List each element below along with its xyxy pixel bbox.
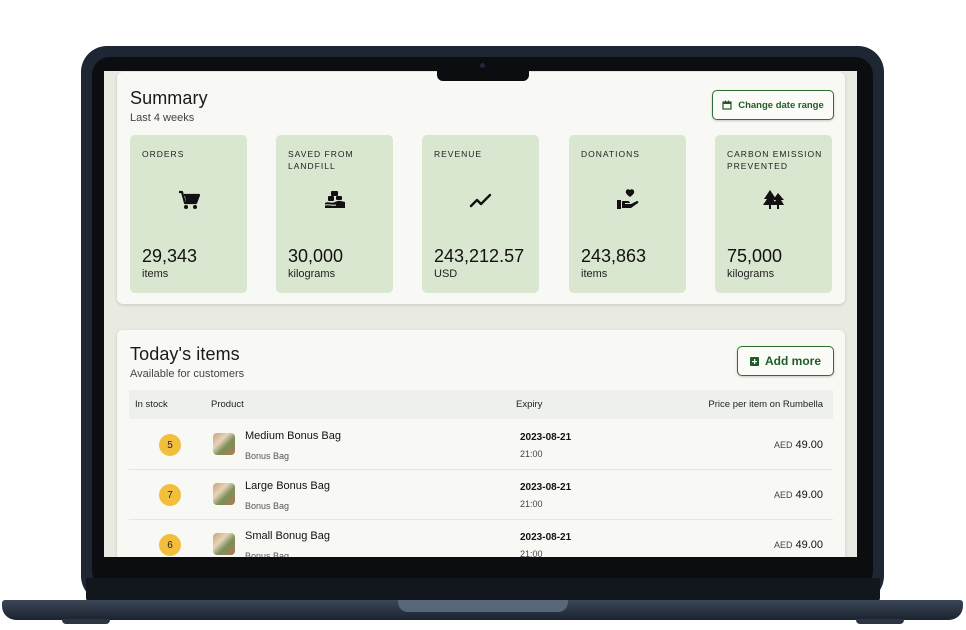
trend-icon (469, 193, 492, 208)
stat-unit: items (142, 268, 169, 280)
todays-items-title: Today's items (130, 344, 240, 364)
change-date-range-button[interactable]: Change date range (712, 90, 834, 120)
expiry-time: 21:00 (520, 499, 543, 509)
change-date-range-label: Change date range (738, 99, 824, 111)
product-name: Medium Bonus Bag (245, 430, 341, 442)
column-header-expiry: Expiry (516, 399, 543, 410)
product-type: Bonus Bag (245, 551, 290, 557)
stat-label: DONATIONS (581, 149, 640, 159)
todays-items-subtitle: Available for customers (130, 368, 245, 380)
product-thumbnail (213, 433, 235, 455)
calendar-icon (722, 100, 732, 110)
stat-card-donations: DONATIONS 243,863 items (569, 135, 686, 293)
add-more-button[interactable]: Add more (737, 346, 834, 376)
stock-badge: 5 (159, 434, 181, 456)
table-row[interactable]: 7 Large Bonus Bag Bonus Bag 2023-08-21 2… (129, 470, 833, 520)
stat-value: 75,000 (727, 246, 783, 266)
product-thumbnail (213, 533, 235, 555)
stat-label: REVENUE (434, 149, 483, 159)
donation-icon (617, 189, 639, 209)
stat-label: SAVED FROM LANDFILL (288, 149, 354, 171)
summary-subtitle: Last 4 weeks (130, 112, 195, 124)
column-header-price: Price per item on Rumbella (708, 399, 823, 410)
expiry-time: 21:00 (520, 449, 543, 459)
camera-icon (480, 63, 485, 68)
stat-label: CARBON EMISSION PREVENTED (727, 149, 823, 171)
product-name: Small Bonug Bag (245, 530, 330, 542)
product-type: Bonus Bag (245, 451, 290, 461)
expiry-time: 21:00 (520, 549, 543, 557)
table-row[interactable]: 5 Medium Bonus Bag Bonus Bag 2023-08-21 … (129, 420, 833, 470)
column-header-stock: In stock (135, 399, 168, 410)
product-type: Bonus Bag (245, 501, 290, 511)
laptop-groove (398, 600, 568, 612)
stat-unit: kilograms (727, 268, 775, 280)
price-value: 49.00 (795, 539, 823, 551)
table-header: In stock Product Expiry Price per item o… (129, 390, 833, 419)
stat-card-revenue: REVENUE 243,212.57 USD (422, 135, 539, 293)
product-thumbnail (213, 483, 235, 505)
expiry-date: 2023-08-21 (520, 532, 572, 543)
stat-card-carbon-emission: CARBON EMISSION PREVENTED 75,000 kilogra… (715, 135, 832, 293)
price-currency: AED (773, 540, 793, 550)
todays-items-card: Today's items Available for customers Ad… (117, 330, 845, 557)
stat-card-orders: ORDERS 29,343 items (130, 135, 247, 293)
stat-value: 30,000 (288, 246, 344, 266)
laptop-hinge (86, 578, 880, 602)
trees-icon (763, 190, 784, 209)
stat-card-saved-from-landfill: SAVED FROM LANDFILL 30,000 kilograms (276, 135, 393, 293)
price-currency: AED (773, 490, 793, 500)
laptop-foot-left (62, 619, 110, 624)
expiry-date: 2023-08-21 (520, 482, 572, 493)
stat-unit: USD (434, 268, 458, 280)
dashboard-screen: Summary Last 4 weeks Change date range O… (104, 71, 857, 557)
column-header-product: Product (211, 399, 244, 410)
item-price: AED 49.00 (774, 439, 823, 451)
item-price: AED 49.00 (774, 489, 823, 501)
table-row[interactable]: 6 Small Bonug Bag Bonus Bag 2023-08-21 2… (129, 520, 833, 557)
stat-unit: kilograms (288, 268, 336, 280)
item-price: AED 49.00 (774, 539, 823, 551)
camera-notch (437, 58, 529, 81)
landfill-icon (324, 191, 345, 208)
cart-icon (179, 190, 201, 209)
stat-unit: items (581, 268, 608, 280)
expiry-date: 2023-08-21 (520, 432, 572, 443)
stat-label: ORDERS (142, 149, 185, 159)
summary-title: Summary (130, 88, 208, 108)
price-value: 49.00 (795, 439, 823, 451)
price-currency: AED (773, 440, 793, 450)
summary-card: Summary Last 4 weeks Change date range O… (117, 72, 845, 304)
plus-icon (749, 356, 759, 366)
stat-value: 29,343 (142, 246, 198, 266)
stock-badge: 6 (159, 534, 181, 556)
laptop-foot-right (856, 619, 904, 624)
price-value: 49.00 (795, 489, 823, 501)
add-more-label: Add more (764, 354, 821, 368)
product-name: Large Bonus Bag (245, 480, 331, 492)
stat-value: 243,863 (581, 246, 647, 266)
stock-badge: 7 (159, 484, 181, 506)
stat-value: 243,212.57 (434, 246, 525, 266)
